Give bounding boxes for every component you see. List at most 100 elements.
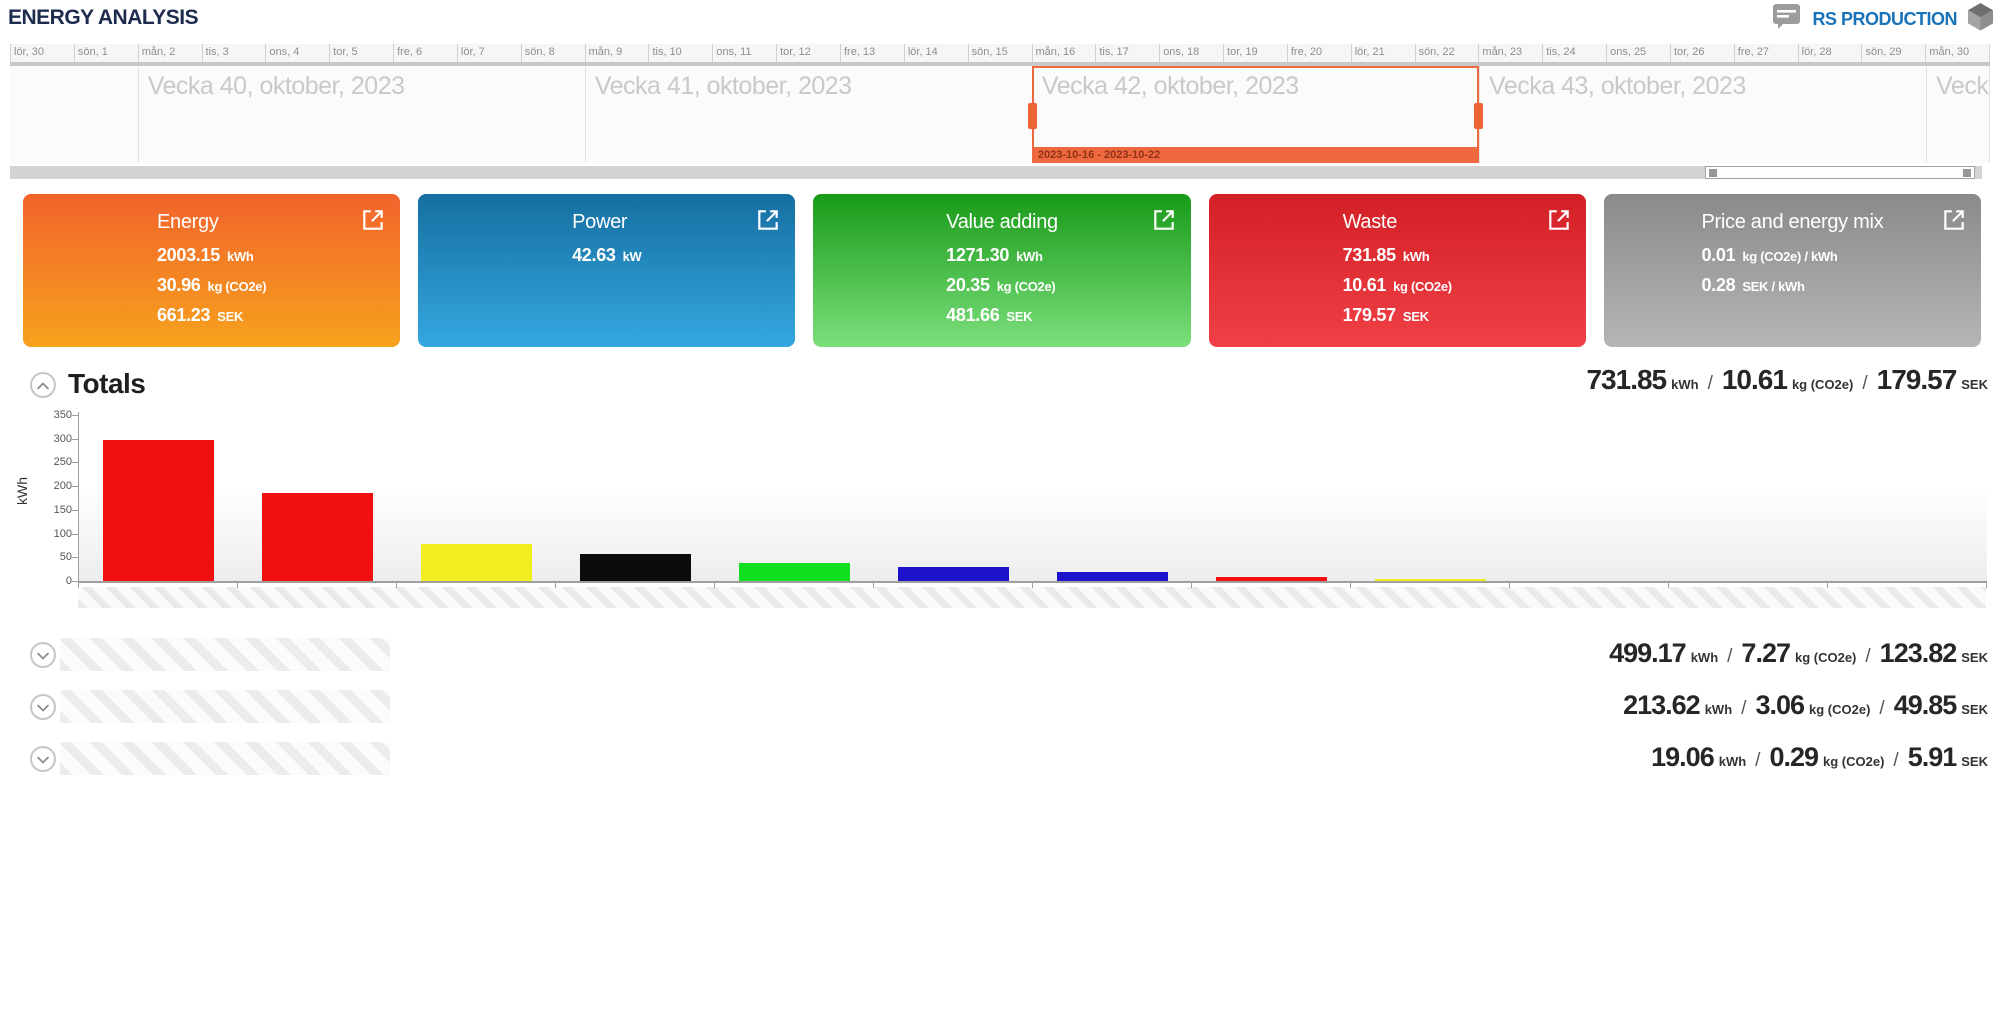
bar-4[interactable]	[580, 554, 691, 581]
timeline-day-label[interactable]: mån, 16	[1032, 44, 1096, 62]
x-axis-tick	[1827, 583, 1828, 588]
scrollbar-range[interactable]	[1705, 166, 1975, 179]
timeline-day-label[interactable]: lör, 30	[10, 44, 74, 62]
week-label[interactable]: Vecka 40, oktober, 2023	[148, 72, 405, 101]
card-values: 1271.30kWh20.35kg (CO2e)481.66SEK	[946, 241, 1055, 331]
card-value-adding[interactable]: Value adding 1271.30kWh20.35kg (CO2e)481…	[813, 194, 1190, 347]
timeline-day-label[interactable]: sön, 15	[968, 44, 1032, 62]
y-axis-title: kWh	[14, 475, 30, 507]
external-link-icon[interactable]	[755, 207, 781, 238]
timeline-selection[interactable]: 2023-10-16 - 2023-10-22	[1032, 66, 1479, 163]
timeline-day-label[interactable]: ons, 11	[712, 44, 776, 62]
card-values: 2003.15kWh30.96kg (CO2e)661.23SEK	[157, 241, 266, 331]
week-label[interactable]: Vecka 43, oktober, 2023	[1489, 72, 1746, 101]
x-axis-tick	[1032, 583, 1033, 588]
card-power[interactable]: Power 42.63kW	[418, 194, 795, 347]
timeline-day-label[interactable]: tor, 12	[776, 44, 840, 62]
timeline-day-label[interactable]: tor, 19	[1223, 44, 1287, 62]
week-label[interactable]: Vecka 41, oktober, 2023	[595, 72, 852, 101]
timeline-scrollbar[interactable]	[10, 166, 1982, 179]
totals-sek: 179.57	[1877, 364, 1957, 396]
timeline-day-label[interactable]: tis, 10	[648, 44, 712, 62]
row-1-values: 499.17kWh / 7.27kg (CO2e) / 123.82SEK	[1609, 638, 1988, 669]
bar-2[interactable]	[262, 493, 373, 581]
timeline-day-label[interactable]: fre, 27	[1734, 44, 1798, 62]
timeline-day-label[interactable]: ons, 4	[265, 44, 329, 62]
bar-8[interactable]	[1216, 577, 1327, 581]
scrollbar-right-grip[interactable]	[1963, 169, 1971, 177]
selection-left-handle[interactable]	[1028, 103, 1037, 129]
card-title: Power	[572, 211, 627, 234]
card-title: Price and energy mix	[1701, 211, 1883, 234]
timeline-week-band[interactable]: 2023-10-16 - 2023-10-22 Vecka 40, oktobe…	[10, 66, 1990, 163]
y-axis-tick	[72, 581, 78, 582]
y-axis-tick	[72, 486, 78, 487]
timeline-day-label[interactable]: mån, 23	[1478, 44, 1542, 62]
timeline-day-label[interactable]: ons, 25	[1606, 44, 1670, 62]
bar-chart-plot	[78, 412, 1987, 583]
timeline-day-label[interactable]: mån, 9	[585, 44, 649, 62]
feedback-chat-icon[interactable]	[1772, 3, 1802, 35]
expand-row-3-button[interactable]	[30, 746, 56, 772]
y-axis-tick	[72, 439, 78, 440]
bar-3[interactable]	[421, 544, 532, 581]
x-axis-tick	[1191, 583, 1192, 588]
external-link-icon[interactable]	[1151, 207, 1177, 238]
separator: /	[1865, 646, 1870, 668]
selection-range-label: 2023-10-16 - 2023-10-22	[1032, 147, 1479, 163]
card-metric: 42.63kW	[572, 241, 641, 271]
timeline-day-label[interactable]: mån, 30	[1925, 44, 1989, 62]
external-link-icon[interactable]	[360, 207, 386, 238]
timeline-day-label[interactable]: fre, 6	[393, 44, 457, 62]
timeline-day-label[interactable]: lör, 28	[1798, 44, 1862, 62]
expand-row-2-button[interactable]	[30, 694, 56, 720]
bar-5[interactable]	[739, 563, 850, 581]
totals-values: 731.85kWh / 10.61kg (CO2e) / 179.57SEK	[1586, 364, 1988, 396]
card-waste[interactable]: Waste 731.85kWh10.61kg (CO2e)179.57SEK	[1209, 194, 1586, 347]
scrollbar-left-grip[interactable]	[1709, 169, 1717, 177]
timeline-day-label[interactable]: ons, 18	[1159, 44, 1223, 62]
timeline-day-label[interactable]: sön, 22	[1415, 44, 1479, 62]
selection-right-handle[interactable]	[1474, 103, 1483, 129]
card-title: Value adding	[946, 211, 1058, 234]
external-link-icon[interactable]	[1546, 207, 1572, 238]
timeline-day-label[interactable]: fre, 20	[1287, 44, 1351, 62]
timeline-day-label[interactable]: tor, 5	[329, 44, 393, 62]
timeline-day-label[interactable]: lör, 14	[904, 44, 968, 62]
timeline-day-label[interactable]: tor, 26	[1670, 44, 1734, 62]
cube-logo-icon	[1967, 2, 1994, 36]
x-axis-tick	[714, 583, 715, 588]
separator: /	[1708, 373, 1713, 395]
timeline-day-label[interactable]: tis, 24	[1542, 44, 1606, 62]
expand-row-1-button[interactable]	[30, 642, 56, 668]
timeline-day-label[interactable]: tis, 3	[202, 44, 266, 62]
x-axis-tick	[1509, 583, 1510, 588]
timeline-day-label[interactable]: tis, 17	[1095, 44, 1159, 62]
timeline-day-label[interactable]: lör, 7	[457, 44, 521, 62]
timeline-day-label[interactable]: lör, 21	[1351, 44, 1415, 62]
bar-9[interactable]	[1375, 579, 1486, 581]
chevron-down-icon	[36, 752, 50, 767]
timeline-day-label[interactable]: sön, 29	[1861, 44, 1925, 62]
brand-name: RS PRODUCTION	[1812, 9, 1957, 30]
x-axis-tick	[873, 583, 874, 588]
bar-1[interactable]	[103, 440, 214, 581]
card-energy[interactable]: Energy 2003.15kWh30.96kg (CO2e)661.23SEK	[23, 194, 400, 347]
chevron-up-icon	[36, 378, 50, 393]
collapse-totals-button[interactable]	[30, 372, 56, 398]
timeline-day-label[interactable]: sön, 1	[74, 44, 138, 62]
bar-7[interactable]	[1057, 572, 1168, 581]
card-metric: 179.57SEK	[1343, 301, 1452, 331]
card-metric: 1271.30kWh	[946, 241, 1055, 271]
timeline-day-label[interactable]: fre, 13	[840, 44, 904, 62]
external-link-icon[interactable]	[1941, 207, 1967, 238]
timeline-day-label[interactable]: mån, 2	[138, 44, 202, 62]
totals-co2: 10.61	[1722, 364, 1787, 396]
week-label[interactable]: Vecka 44, oktober, 2023	[1936, 72, 1990, 101]
week-separator	[585, 66, 586, 163]
timeline-day-label[interactable]: sön, 8	[521, 44, 585, 62]
card-price-energy-mix[interactable]: Price and energy mix 0.01kg (CO2e) / kWh…	[1604, 194, 1981, 347]
y-axis-tick-label: 350	[38, 408, 72, 422]
bar-6[interactable]	[898, 567, 1009, 581]
card-title: Waste	[1343, 211, 1397, 234]
